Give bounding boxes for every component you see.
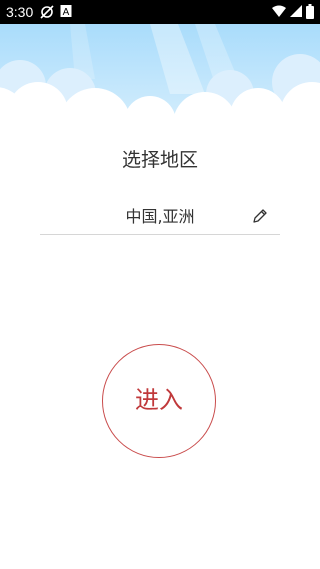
- status-bar: 3:30 A: [0, 0, 320, 24]
- enter-button-label: 进入: [135, 386, 183, 414]
- page-title: 选择地区: [121, 149, 198, 171]
- wifi-icon: [272, 5, 286, 17]
- sync-off-icon: [40, 5, 54, 19]
- status-time: 3:30: [6, 4, 34, 20]
- cellular-icon: [290, 5, 302, 17]
- enter-button[interactable]: 进入: [102, 344, 216, 458]
- font-a-icon: A: [60, 5, 72, 18]
- svg-text:A: A: [63, 7, 70, 18]
- cloud-header: [0, 24, 320, 134]
- region-field[interactable]: 中国,亚洲: [40, 200, 280, 235]
- cloud-illustration: [0, 24, 320, 134]
- pencil-icon[interactable]: [252, 208, 268, 224]
- battery-icon: [306, 4, 314, 19]
- region-value: 中国,亚洲: [125, 207, 195, 226]
